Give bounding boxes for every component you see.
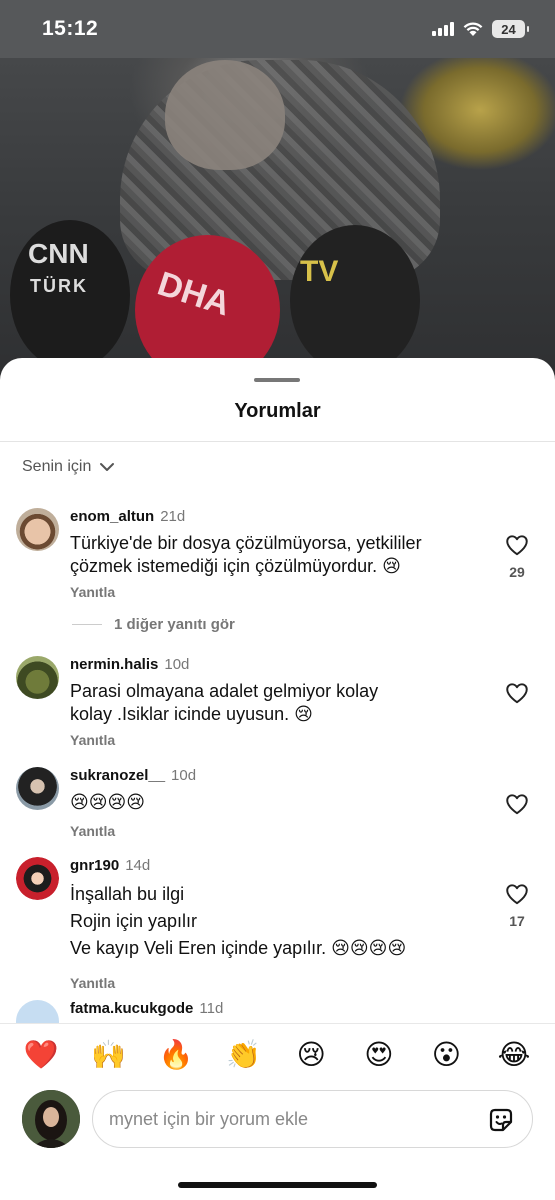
battery-level: 24 bbox=[501, 21, 516, 37]
comment-text: İnşallah bu ilgi Rojin için yapılır Ve k… bbox=[70, 881, 480, 962]
comment-line: çözmek istemediği için çözülmüyordur. 😢 bbox=[70, 556, 401, 576]
sticker-icon[interactable] bbox=[486, 1105, 516, 1135]
comment-line: 😢😢😢😢 bbox=[70, 792, 146, 812]
status-time: 15:12 bbox=[42, 17, 99, 40]
video-background: CNN TÜRK DHA TV bbox=[0, 0, 555, 420]
comment-time: 10d bbox=[171, 767, 197, 784]
avatar[interactable] bbox=[16, 1000, 59, 1023]
comment-header: nermin.halis 10d bbox=[70, 656, 189, 673]
sheet-title: Yorumlar bbox=[234, 400, 321, 422]
wifi-icon bbox=[463, 22, 483, 36]
status-icons: 24 bbox=[432, 20, 529, 38]
emoji-heart[interactable]: ❤️ bbox=[22, 1038, 60, 1071]
replies-line bbox=[72, 624, 102, 625]
emoji-fire[interactable]: 🔥 bbox=[157, 1038, 195, 1071]
avatar[interactable] bbox=[16, 656, 59, 699]
comment-line: Parasi olmayana adalet gelmiyor kolay bbox=[70, 681, 379, 701]
mic-label-cnn: CNN bbox=[28, 238, 89, 269]
reply-button[interactable]: Yanıtla bbox=[70, 732, 115, 748]
comment-username[interactable]: sukranozel__ bbox=[70, 767, 165, 784]
home-indicator bbox=[178, 1182, 377, 1188]
battery-icon: 24 bbox=[492, 20, 529, 38]
emoji-laughing[interactable]: 😂 bbox=[495, 1038, 533, 1071]
comment-line: İnşallah bu ilgi bbox=[70, 884, 185, 904]
comment-composer: mynet için bir yorum ekle bbox=[0, 1088, 555, 1158]
emoji-heart-eyes[interactable]: 😍 bbox=[360, 1038, 398, 1071]
reply-button[interactable]: Yanıtla bbox=[70, 823, 115, 839]
emoji-clapping[interactable]: 👏 bbox=[225, 1038, 263, 1071]
comment-line: kolay .Isiklar icinde uyusun. 😢 bbox=[70, 704, 313, 724]
emoji-crying[interactable]: 😢 bbox=[292, 1038, 330, 1071]
comment-header: sukranozel__ 10d bbox=[70, 767, 196, 784]
more-replies-label: 1 diğer yanıtı gör bbox=[114, 616, 235, 633]
current-user-avatar-image bbox=[22, 1090, 80, 1148]
comment-username[interactable]: nermin.halis bbox=[70, 656, 158, 673]
mic-label-tv: TV bbox=[300, 255, 339, 288]
comments-sheet: Yorumlar Senin için enom_altun 21d Türkiy… bbox=[0, 358, 555, 1200]
avatar[interactable] bbox=[16, 857, 59, 900]
signal-icon bbox=[432, 22, 454, 36]
microphone-cnn: CNN TÜRK bbox=[10, 220, 130, 370]
comment-text: 😢😢😢😢 bbox=[70, 791, 480, 814]
comment-username[interactable]: fatma.kucukgode bbox=[70, 1000, 193, 1017]
comment-input[interactable]: mynet için bir yorum ekle bbox=[92, 1090, 533, 1148]
status-bar: 15:12 24 bbox=[0, 0, 555, 58]
sort-dropdown[interactable]: Senin için bbox=[22, 458, 115, 476]
avatar[interactable] bbox=[16, 767, 59, 810]
comment-header: enom_altun 21d bbox=[70, 508, 185, 525]
sort-label: Senin için bbox=[22, 458, 92, 475]
video-person-face bbox=[165, 60, 285, 170]
comment-line: Rojin için yapılır bbox=[70, 911, 198, 931]
comment-time: 11d bbox=[199, 1000, 224, 1017]
microphone-tv: TV bbox=[290, 225, 420, 375]
divider bbox=[0, 441, 555, 442]
comment-line: Ve kayıp Veli Eren içinde yapılır. 😢😢😢😢 bbox=[70, 938, 407, 958]
comment-line: Türkiye'de bir dosya çözülmüyorsa, yetki… bbox=[70, 533, 422, 553]
comment-username[interactable]: enom_altun bbox=[70, 508, 154, 525]
reply-button[interactable]: Yanıtla bbox=[70, 584, 115, 600]
chevron-down-icon bbox=[100, 463, 115, 471]
comment-time: 10d bbox=[164, 656, 190, 673]
mic-label-dha: DHA bbox=[153, 264, 235, 324]
heart-icon[interactable] bbox=[504, 680, 530, 706]
comment-header: fatma.kucukgode 11d bbox=[70, 1000, 223, 1017]
heart-icon[interactable] bbox=[504, 532, 530, 558]
comment-time: 14d bbox=[125, 857, 151, 874]
like-count: 17 bbox=[509, 913, 525, 929]
comment-text: Türkiye'de bir dosya çözülmüyorsa, yetki… bbox=[70, 532, 480, 578]
comment-username[interactable]: gnr190 bbox=[70, 857, 119, 874]
comment-time: 21d bbox=[160, 508, 186, 525]
emoji-raised-hands[interactable]: 🙌 bbox=[90, 1038, 128, 1071]
comment-header: gnr190 14d bbox=[70, 857, 150, 874]
emoji-surprised[interactable]: 😮 bbox=[427, 1038, 465, 1071]
comment-text: Parasi olmayana adalet gelmiyor kolay ko… bbox=[70, 680, 480, 726]
like-count: 29 bbox=[509, 564, 525, 580]
sheet-grabber[interactable] bbox=[254, 378, 300, 382]
comments-list: enom_altun 21d Türkiye'de bir dosya çözül… bbox=[0, 508, 555, 1023]
reply-button[interactable]: Yanıtla bbox=[70, 975, 115, 991]
mic-label-turk: TÜRK bbox=[30, 276, 88, 296]
emoji-reaction-bar: ❤️ 🙌 🔥 👏 😢 😍 😮 😂 bbox=[0, 1023, 555, 1085]
view-more-replies[interactable]: 1 diğer yanıtı gör bbox=[72, 616, 235, 633]
avatar[interactable] bbox=[16, 508, 59, 551]
comment-input-placeholder: mynet için bir yorum ekle bbox=[109, 1108, 309, 1129]
heart-icon[interactable] bbox=[504, 791, 530, 817]
current-user-avatar bbox=[22, 1090, 80, 1148]
heart-icon[interactable] bbox=[504, 881, 530, 907]
